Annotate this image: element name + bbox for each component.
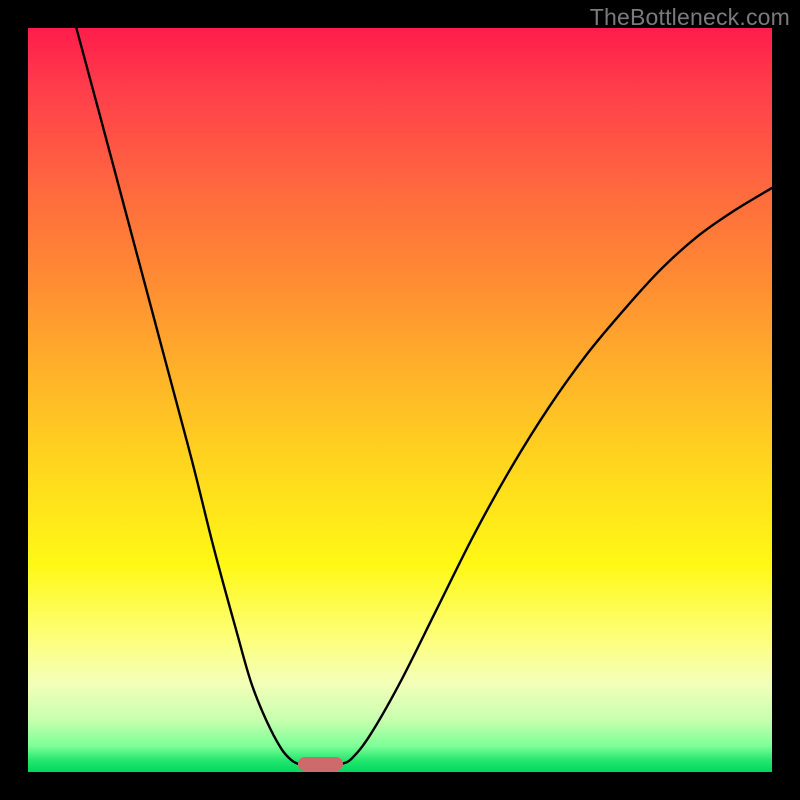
curve-svg [28, 28, 772, 772]
left-branch-curve [76, 28, 298, 764]
plot-area [28, 28, 772, 772]
watermark-text: TheBottleneck.com [590, 4, 790, 31]
right-branch-curve [342, 188, 772, 764]
chart-frame: TheBottleneck.com [0, 0, 800, 800]
optimal-marker [298, 757, 343, 771]
